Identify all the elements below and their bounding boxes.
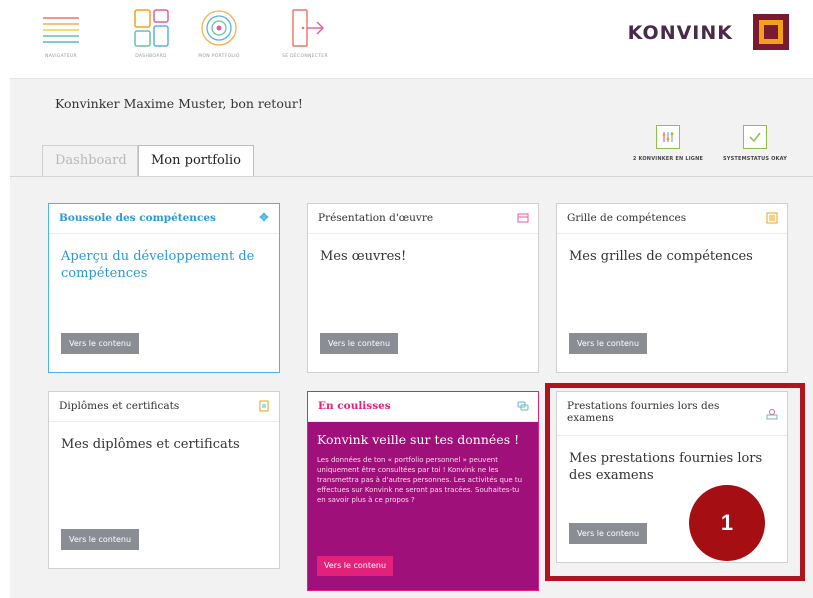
card-grille-competences: Grille de compétences Mes grilles de com… bbox=[556, 203, 788, 373]
status-system-label: SYSTEMSTATUS OKAY bbox=[722, 156, 788, 162]
tab-divider bbox=[10, 176, 813, 177]
card-header: Grille de compétences bbox=[557, 204, 787, 234]
dashboard-grid-icon bbox=[134, 9, 169, 47]
status-online-label: 2 KONVINKER EN LIGNE bbox=[632, 156, 704, 162]
nav-label: MON PORTFOLIO bbox=[198, 54, 240, 59]
brand-name: KONVINK bbox=[627, 22, 733, 44]
welcome-message: Konvinker Maxime Muster, bon retour! bbox=[55, 96, 303, 111]
card-title: Présentation d'œuvre bbox=[318, 212, 434, 224]
card-body: Mes diplômes et certificats bbox=[61, 437, 240, 452]
card-header: Diplômes et certificats bbox=[49, 392, 279, 422]
status-system: SYSTEMSTATUS OKAY bbox=[718, 125, 792, 162]
card-en-coulisses: En coulisses Konvink veille sur tes donn… bbox=[307, 391, 539, 591]
nav-label: SE DÉCONNECTER bbox=[282, 54, 328, 59]
card-diplomes: Diplômes et certificats Mes diplômes et … bbox=[48, 391, 280, 569]
tab-dashboard[interactable]: Dashboard bbox=[42, 145, 138, 176]
privacy-title: Konvink veille sur tes données ! bbox=[317, 432, 520, 447]
open-content-button[interactable]: Vers le contenu bbox=[569, 333, 648, 354]
status-online: 2 KONVINKER EN LIGNE bbox=[628, 125, 708, 162]
open-content-button[interactable]: Vers le contenu bbox=[61, 333, 140, 354]
logout-door-icon bbox=[292, 9, 324, 47]
card-header: Présentation d'œuvre bbox=[308, 204, 538, 234]
nav-label: DASHBOARD bbox=[135, 54, 167, 59]
document-icon bbox=[258, 400, 270, 412]
nav-label: NAVIGATEUR bbox=[45, 54, 77, 59]
nav-se-deconnecter[interactable]: SE DÉCONNECTER bbox=[270, 4, 340, 59]
portfolio-rings-icon bbox=[201, 10, 237, 46]
privacy-panel: Konvink veille sur tes données ! Les don… bbox=[308, 422, 538, 590]
brand-logo bbox=[753, 14, 789, 50]
card-title: Boussole des compétences bbox=[59, 212, 216, 224]
box-icon bbox=[517, 212, 529, 224]
card-title: En coulisses bbox=[318, 400, 391, 412]
nav-mon-portfolio[interactable]: MON PORTFOLIO bbox=[184, 4, 254, 59]
menu-lines-icon bbox=[43, 17, 79, 43]
card-body: Mes œuvres! bbox=[320, 249, 407, 264]
open-content-button[interactable]: Vers le contenu bbox=[317, 556, 394, 576]
grid-icon bbox=[766, 212, 778, 224]
card-title: Diplômes et certificats bbox=[59, 400, 180, 412]
top-navigation: NAVIGATEUR DASHBOARD MON PORTFOLIO SE DÉ… bbox=[0, 0, 813, 78]
open-content-button[interactable]: Vers le contenu bbox=[320, 333, 399, 354]
card-boussole: Boussole des compétences ✥ Aperçu du dév… bbox=[48, 203, 280, 373]
compass-icon: ✥ bbox=[259, 211, 269, 224]
privacy-text: Les données de ton « portfolio personnel… bbox=[317, 456, 523, 504]
card-header: En coulisses bbox=[308, 392, 538, 422]
nav-dashboard[interactable]: DASHBOARD bbox=[116, 4, 186, 59]
step-badge: 1 bbox=[689, 485, 765, 561]
card-presentation-oeuvre: Présentation d'œuvre Mes œuvres! Vers le… bbox=[307, 203, 539, 373]
card-body: Aperçu du développement de compétences bbox=[61, 249, 255, 281]
card-header: Boussole des compétences ✥ bbox=[49, 204, 279, 234]
nav-navigateur[interactable]: NAVIGATEUR bbox=[26, 4, 96, 59]
card-body: Mes grilles de compétences bbox=[569, 249, 753, 264]
checkmark-icon bbox=[743, 125, 767, 149]
open-content-button[interactable]: Vers le contenu bbox=[61, 529, 140, 550]
chat-bubbles-icon bbox=[517, 400, 529, 412]
tab-mon-portfolio[interactable]: Mon portfolio bbox=[138, 145, 254, 177]
online-users-icon bbox=[656, 125, 680, 149]
card-title: Grille de compétences bbox=[567, 212, 687, 224]
highlight-frame bbox=[545, 383, 805, 581]
